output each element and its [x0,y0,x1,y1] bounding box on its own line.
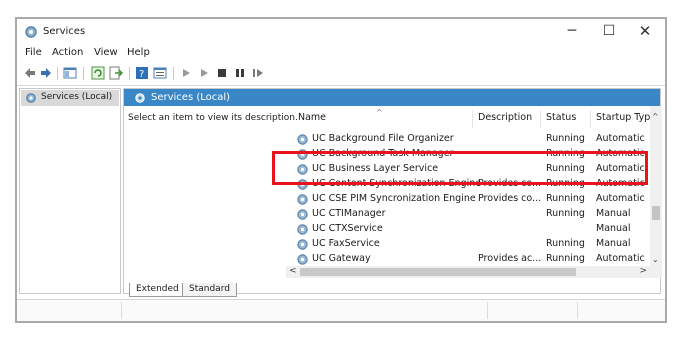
service-name: UC Background File Organizer [312,133,454,144]
scroll-up-arrow-icon[interactable]: ^ [652,112,659,121]
service-gear-icon [297,239,308,250]
tab-standard[interactable]: Standard [182,283,237,297]
properties-icon[interactable] [153,66,167,80]
status-bar-divider [487,302,488,319]
service-startup-type: Automatic [596,133,645,144]
service-gear-icon [297,254,308,265]
export-list-icon[interactable] [109,66,123,80]
service-startup-type: Manual [596,238,631,249]
services-gear-icon [25,26,37,38]
maximize-button[interactable]: ☐ [591,19,627,45]
resume-service-icon[interactable] [251,66,265,80]
horizontal-scroll-thumb[interactable] [300,268,576,276]
status-bar-divider [577,302,578,319]
menu-action[interactable]: Action [52,47,83,58]
start-service-alt-icon[interactable] [197,66,211,80]
pane-title: Services (Local) [151,92,231,103]
pause-service-icon[interactable] [233,66,247,80]
toolbar-separator [57,67,58,80]
service-status: Running [546,253,585,264]
forward-arrow-icon[interactable] [39,66,53,80]
table-row[interactable]: UC Background File Organizer Running Aut… [286,132,648,147]
service-name: UC Gateway [312,253,371,264]
menu-file[interactable]: File [25,47,42,58]
service-gear-icon [297,209,308,220]
column-header-description[interactable]: Description [478,112,532,123]
service-status: Running [546,133,585,144]
window-title: Services [43,26,86,37]
service-gear-icon [297,194,308,205]
close-button[interactable]: ✕ [627,19,663,45]
title-bar[interactable]: Services ─ ☐ ✕ [17,19,665,45]
toolbar-separator [129,67,130,80]
highlight-annotation-box [272,151,648,185]
console-tree: Services (Local) [19,88,121,294]
column-divider[interactable] [590,110,591,128]
column-header-startup-type[interactable]: Startup Type [596,112,656,123]
scroll-down-arrow-icon[interactable]: ⌄ [652,255,659,264]
scrollbar-corner [650,266,662,278]
show-hide-tree-icon[interactable] [63,66,77,80]
service-name: UC CTXService [312,223,383,234]
table-row[interactable]: UC CSE PIM Syncronization Engine Provide… [286,192,648,207]
pane-header: Services (Local) [124,89,660,106]
service-startup-type: Manual [596,223,631,234]
menu-bar: File Action View Help [17,46,665,62]
service-name: UC FaxService [312,238,380,249]
menu-help[interactable]: Help [127,47,150,58]
table-row[interactable]: UC CTIManager Running Manual [286,207,648,222]
help-icon[interactable]: ? [135,66,149,80]
start-service-icon[interactable] [179,66,193,80]
menu-view[interactable]: View [94,47,118,58]
service-description: Provides co... [478,193,542,204]
column-divider[interactable] [472,110,473,128]
table-row[interactable]: UC CTXService Manual [286,222,648,237]
column-header-status[interactable]: Status [546,112,576,123]
vertical-scrollbar[interactable]: ^ ⌄ [650,106,662,266]
service-status: Running [546,238,585,249]
toolbar-separator [173,67,174,80]
service-startup-type: Manual [596,208,631,219]
service-name: UC CSE PIM Syncronization Engine [312,193,476,204]
horizontal-scrollbar[interactable]: < > [286,266,650,278]
tree-item-services-local[interactable]: Services (Local) [21,90,119,106]
toolbar: ? [17,63,665,85]
svg-text:?: ? [139,69,144,80]
description-prompt: Select an item to view its description. [128,113,298,123]
back-arrow-icon[interactable] [23,66,37,80]
tab-extended[interactable]: Extended [129,283,186,297]
services-gear-icon [135,93,145,103]
service-name: UC CTIManager [312,208,386,219]
service-description: Provides ac... [478,253,542,264]
minimize-button[interactable]: ─ [554,19,590,45]
service-gear-icon [297,224,308,235]
scroll-left-arrow-icon[interactable]: < [289,266,297,276]
toolbar-separator [83,67,84,80]
sort-ascending-icon: ^ [376,108,383,117]
service-startup-type: Automatic [596,253,645,264]
service-status: Running [546,193,585,204]
status-bar-divider [121,302,122,319]
status-bar [17,299,665,321]
toolbar-divider [17,85,665,86]
table-row[interactable]: UC Gateway Provides ac... Running Automa… [286,252,648,267]
vertical-scroll-thumb[interactable] [652,206,660,220]
services-gear-icon [26,93,36,103]
service-status: Running [546,208,585,219]
column-header-name[interactable]: Name [298,112,326,123]
service-gear-icon [297,134,308,145]
services-pane: Services (Local) Select an item to view … [123,88,662,294]
tree-item-label: Services (Local) [41,92,113,102]
services-list: ^ Name Description Status Startup Type U… [286,106,662,278]
stop-service-icon[interactable] [215,66,229,80]
scroll-right-arrow-icon[interactable]: > [639,266,647,276]
table-row[interactable]: UC FaxService Running Manual [286,237,648,252]
service-startup-type: Automatic [596,193,645,204]
column-divider[interactable] [540,110,541,128]
refresh-icon[interactable] [91,66,105,80]
